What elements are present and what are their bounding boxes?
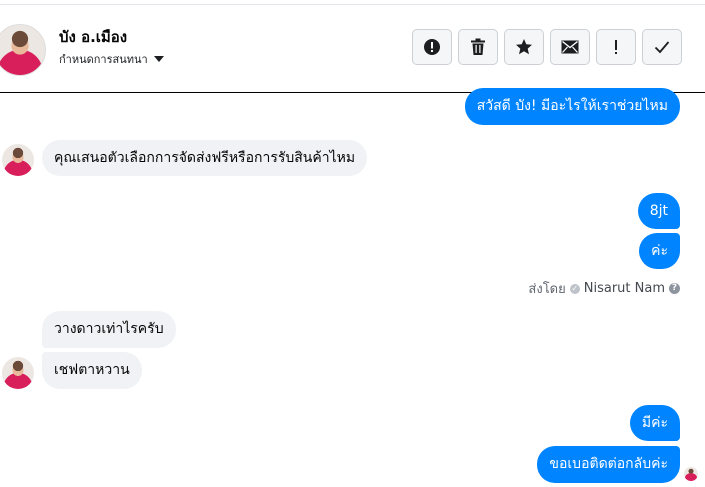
trash-icon (471, 38, 485, 55)
message-bubble-incoming[interactable]: วางดาวเท่าไรครับ (42, 311, 176, 348)
sent-by-agent[interactable]: Nisarut Nam (584, 281, 665, 296)
message-bubble-outgoing[interactable]: ค่ะ (639, 233, 680, 269)
mark-done-button[interactable] (642, 29, 682, 65)
sent-by-prefix: ส่งโดย (528, 282, 566, 297)
sent-by-label: ส่งโดย ✓ Nisarut Nam ? (528, 278, 680, 299)
help-icon[interactable]: ? (669, 283, 680, 294)
star-button[interactable] (504, 29, 544, 65)
check-circle-icon: ✓ (569, 283, 580, 294)
contact-avatar-small (2, 144, 34, 176)
delete-button[interactable] (458, 29, 498, 65)
message-bubble-outgoing[interactable]: ขอเบอติดต่อกลับค่ะ (537, 446, 680, 483)
assign-conversation-dropdown[interactable]: กำหนดการสนทนา (59, 50, 164, 68)
conversation-actions (412, 29, 682, 65)
message-thread: สวัสดี บัง! มีอะไรให้เราช่วยไหม คุณเสนอต… (0, 88, 705, 487)
caret-down-icon (153, 56, 164, 62)
star-icon (516, 39, 532, 55)
exclamation-icon (615, 40, 617, 54)
follow-up-button[interactable] (596, 29, 636, 65)
message-bubble-outgoing[interactable]: 8jt (637, 193, 680, 229)
seen-avatar (684, 467, 698, 481)
message-bubble-incoming[interactable]: เชฟตาหวาน (42, 352, 142, 389)
contact-avatar[interactable] (0, 24, 46, 76)
alert-circle-icon (424, 39, 440, 55)
contact-avatar-small (2, 357, 34, 389)
envelope-icon (561, 40, 579, 54)
checkmark-icon (654, 41, 670, 54)
assign-label: กำหนดการสนทนา (59, 53, 148, 66)
message-bubble-outgoing[interactable]: สวัสดี บัง! มีอะไรให้เราช่วยไหม (464, 88, 680, 125)
contact-name[interactable]: บัง อ.เมือง (59, 25, 127, 49)
conversation-header: บัง อ.เมือง กำหนดการสนทนา (0, 5, 705, 93)
message-bubble-outgoing[interactable]: มีค่ะ (629, 405, 680, 441)
message-bubble-incoming[interactable]: คุณเสนอตัวเลือกการจัดส่งฟรีหรือการรับสิน… (42, 140, 368, 176)
mark-unread-button[interactable] (550, 29, 590, 65)
spam-button[interactable] (412, 29, 452, 65)
